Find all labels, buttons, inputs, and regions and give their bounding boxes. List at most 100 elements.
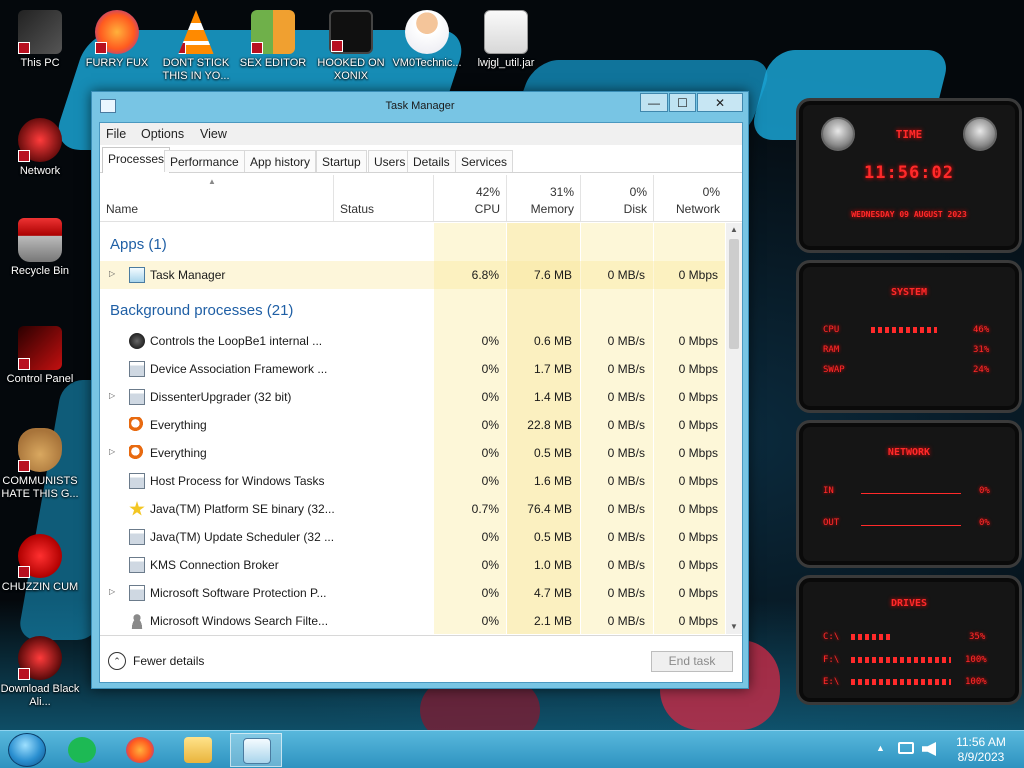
tab-details[interactable]: Details <box>407 150 456 172</box>
drive-e-value: 100% <box>965 677 987 687</box>
expand-arrow-icon[interactable]: ▷ <box>109 587 115 596</box>
process-row[interactable]: Microsoft Windows Search Filte... 0% 2.1 M… <box>100 607 725 634</box>
desktop-icon-this-pc[interactable]: This PC <box>0 10 80 70</box>
desktop-icon-recycle-bin[interactable]: Recycle Bin <box>0 218 80 278</box>
process-disk-value: 0 MB/s <box>607 474 645 488</box>
expand-arrow-icon[interactable]: ▷ <box>109 447 115 456</box>
volume-icon[interactable] <box>922 742 936 756</box>
process-row[interactable]: Java(TM) Update Scheduler (32 ... 0% 0.5 M… <box>100 523 725 551</box>
column-divider[interactable] <box>506 175 507 221</box>
process-disk-value: 0 MB/s <box>607 558 645 572</box>
process-row[interactable]: KMS Connection Broker 0% 1.0 MB 0 MB/s 0 Mbp… <box>100 551 725 579</box>
column-name[interactable]: ▲ Name <box>100 175 333 221</box>
close-button[interactable]: ✕ <box>697 93 743 112</box>
scroll-up-arrow-icon[interactable]: ▲ <box>726 223 742 237</box>
expand-arrow-icon[interactable]: ▷ <box>109 269 115 278</box>
tab-users[interactable]: Users <box>368 150 412 172</box>
tab-performance[interactable]: Performance <box>164 150 245 172</box>
vertical-scrollbar[interactable]: ▲ ▼ <box>726 223 742 634</box>
taskbar-firefox[interactable] <box>114 733 166 767</box>
time-gadget[interactable]: TIME 11:56:02 WEDNESDAY 09 AUGUST 2023 <box>796 98 1022 253</box>
column-memory[interactable]: 31% Memory <box>507 175 580 221</box>
window-client-area: File Options View Processes Performance … <box>99 122 743 683</box>
desktop-icon-label: FURRY FUX <box>85 57 149 69</box>
end-task-button[interactable]: End task <box>651 651 733 672</box>
process-row[interactable]: ▷ Everything 0% 0.5 MB 0 MB/s 0 Mbps <box>100 439 725 467</box>
process-cpu-value: 0% <box>481 390 499 404</box>
network-gadget[interactable]: NETWORK IN 0% OUT 0% <box>796 420 1022 568</box>
menu-options[interactable]: Options <box>141 127 184 141</box>
computer-icon <box>18 10 62 54</box>
desktop-icon-chuzzin-cum[interactable]: CHUZZIN CUM <box>0 534 80 594</box>
tab-services[interactable]: Services <box>455 150 514 172</box>
process-name: Java(TM) Update Scheduler (32 ... <box>150 530 335 544</box>
maximize-button[interactable]: ☐ <box>669 93 696 112</box>
start-orb-button[interactable] <box>8 733 46 767</box>
taskbar-file-explorer[interactable] <box>172 733 224 767</box>
taskbar-spotify[interactable] <box>56 733 108 767</box>
ram-gadget-label: RAM <box>823 345 840 355</box>
fewer-details-link[interactable]: Fewer details <box>133 654 204 668</box>
menu-view[interactable]: View <box>200 127 227 141</box>
process-row[interactable]: ▷ DissenterUpgrader (32 bit) 0% 1.4 MB 0 MB/… <box>100 383 725 411</box>
process-row[interactable]: ▷ Task Manager 6.8% 7.6 MB 0 MB/s 0 Mbps <box>100 261 725 289</box>
service-window-icon <box>129 473 145 489</box>
group-header-apps: Apps (1) <box>110 236 167 253</box>
desktop-icon-vm0technic[interactable]: VM0Technic... <box>387 10 467 70</box>
ram-gadget-value: 31% <box>973 345 990 355</box>
title-bar[interactable]: Task Manager — ☐ ✕ <box>92 92 748 122</box>
process-cpu-value: 6.8% <box>471 268 499 282</box>
taskbar-clock[interactable]: 11:56 AM 8/9/2023 <box>948 735 1014 765</box>
column-status[interactable]: Status <box>334 175 433 221</box>
column-disk[interactable]: 0% Disk <box>581 175 653 221</box>
expand-arrow-icon[interactable]: ▷ <box>109 391 115 400</box>
process-disk-value: 0 MB/s <box>607 418 645 432</box>
desktop-icon-dont-stick[interactable]: DONT STICK THIS IN YO... <box>156 10 236 83</box>
drives-gadget[interactable]: DRIVES C:\ 35% F:\ 100% E:\ 100% <box>796 575 1022 705</box>
desktop-icon-sex-editor[interactable]: SEX EDITOR <box>233 10 313 70</box>
desktop-icon-network[interactable]: Network <box>0 118 80 178</box>
desktop-icon-hooked-on-xonix[interactable]: HOOKED ON XONIX <box>311 10 391 83</box>
desktop-icon-furry-fux[interactable]: FURRY FUX <box>77 10 157 70</box>
desktop-icon-label: Network <box>19 165 61 177</box>
process-cpu-value: 0% <box>481 418 499 432</box>
show-hidden-icons-button[interactable]: ▲ <box>876 743 885 768</box>
column-divider[interactable] <box>333 175 334 221</box>
system-gadget-heading: SYSTEM <box>890 287 928 298</box>
network-tray-icon[interactable] <box>898 742 914 754</box>
column-divider[interactable] <box>433 175 434 221</box>
tab-processes[interactable]: Processes <box>102 147 171 173</box>
tab-app-history[interactable]: App history <box>244 150 317 172</box>
desktop-icon-lwjgl-util[interactable]: lwjgl_util.jar <box>466 10 546 70</box>
process-cpu-value: 0% <box>481 614 499 628</box>
minimize-button[interactable]: — <box>640 93 668 112</box>
process-row[interactable]: Device Association Framework ... 0% 1.7 MB… <box>100 355 725 383</box>
process-row[interactable]: Host Process for Windows Tasks 0% 1.6 MB 0 … <box>100 467 725 495</box>
menu-bar: File Options View <box>100 123 742 145</box>
process-row[interactable]: ▷ Microsoft Software Protection P... 0% 4.7… <box>100 579 725 607</box>
desktop-icon-label: HOOKED ON XONIX <box>317 57 385 82</box>
process-disk-value: 0 MB/s <box>607 614 645 628</box>
process-row[interactable]: Controls the LoopBe1 internal ... 0% 0.6 M… <box>100 327 725 355</box>
process-name: Host Process for Windows Tasks <box>150 474 325 488</box>
tab-startup[interactable]: Startup <box>316 150 367 172</box>
scroll-down-arrow-icon[interactable]: ▼ <box>726 620 742 634</box>
system-gadget[interactable]: SYSTEM CPU 46% RAM 31% SWAP 24% <box>796 260 1022 413</box>
process-row[interactable]: Everything 0% 22.8 MB 0 MB/s 0 Mbps <box>100 411 725 439</box>
process-row[interactable]: Java(TM) Platform SE binary (32... 0.7% 76… <box>100 495 725 523</box>
process-memory-value: 0.5 MB <box>533 446 572 460</box>
taskbar-task-manager[interactable] <box>230 733 282 767</box>
column-divider[interactable] <box>580 175 581 221</box>
desktop-icon-download-black-ali[interactable]: Download Black Ali... <box>0 636 80 709</box>
task-manager-window[interactable]: Task Manager — ☐ ✕ File Options View Pro… <box>91 91 749 689</box>
desktop-icon-control-panel[interactable]: Control Panel <box>0 326 80 386</box>
desktop-icon-communists[interactable]: COMMUNISTS HATE THIS G... <box>0 428 80 501</box>
column-network[interactable]: 0% Network <box>654 175 726 221</box>
menu-file[interactable]: File <box>106 127 126 141</box>
chevron-up-icon[interactable]: ⌃ <box>108 652 126 670</box>
column-divider[interactable] <box>653 175 654 221</box>
process-network-value: 0 Mbps <box>678 474 718 488</box>
scrollbar-thumb[interactable] <box>729 239 739 349</box>
column-cpu[interactable]: 42% CPU <box>434 175 506 221</box>
process-cpu-value: 0% <box>481 558 499 572</box>
